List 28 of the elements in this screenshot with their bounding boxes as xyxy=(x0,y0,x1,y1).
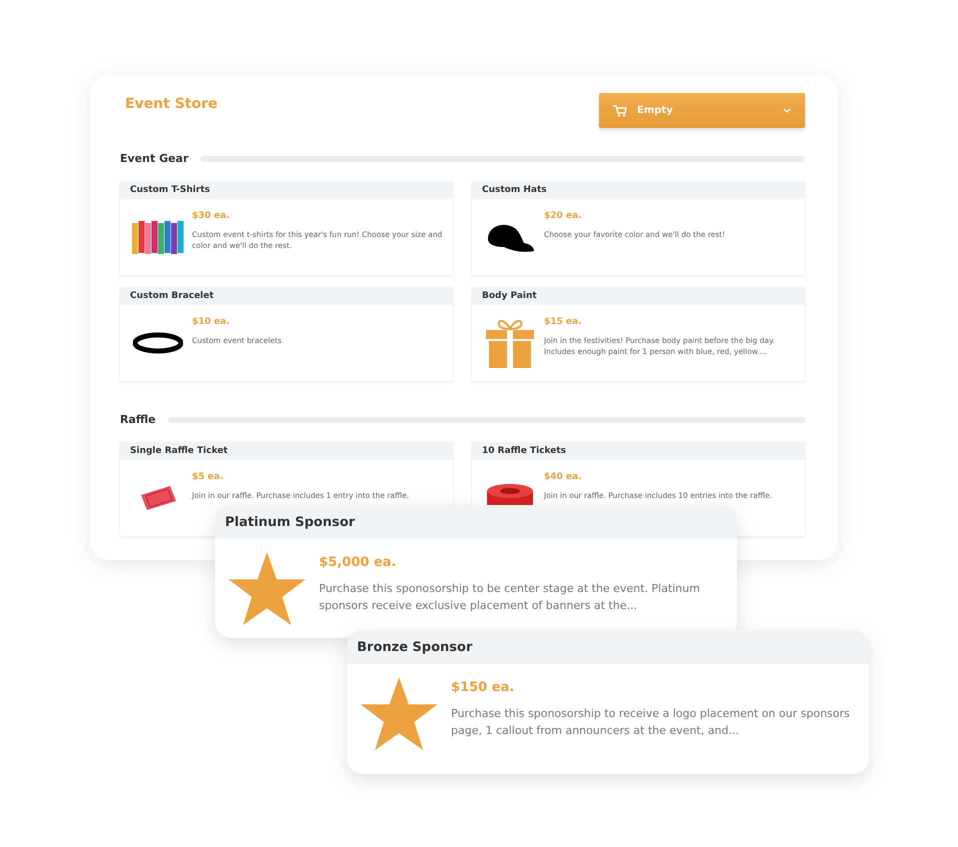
product-price: $20 ea. xyxy=(544,211,583,221)
product-price: $30 ea. xyxy=(192,211,231,221)
product-name: Custom T-Shirts xyxy=(130,185,210,195)
bracelet-icon xyxy=(133,331,183,355)
section-title: Raffle xyxy=(120,413,156,426)
product-price: $10 ea. xyxy=(192,317,231,327)
sponsor-price: $5,000 ea. xyxy=(319,555,398,570)
sponsor-popup[interactable]: Bronze Sponsor $150 ea. Purchase this sponosorship to receive a logo placement on our sponsors page, 1 callout from announcers at the event, and... xyxy=(347,630,869,774)
product-name: Custom Hats xyxy=(482,185,547,195)
product-name: Single Raffle Ticket xyxy=(130,446,228,456)
sponsor-description: Purchase this sponosorship to receive a logo placement on our sponsors page, 1 callout from announcers at the event, and... xyxy=(451,706,851,739)
ticket-icon xyxy=(138,483,178,513)
gift-icon xyxy=(485,317,535,369)
product-price: $40 ea. xyxy=(544,472,583,482)
sponsor-name: Bronze Sponsor xyxy=(357,640,472,654)
sponsor-price: $150 ea. xyxy=(451,680,516,695)
sponsor-description: Purchase this sponosorship to be center stage at the event. Platinum sponsors receive exclusive placement of banners at the... xyxy=(319,581,701,614)
product-name: Custom Bracelet xyxy=(130,291,214,301)
product-name: Body Paint xyxy=(482,291,537,301)
store-title: Event Store xyxy=(125,96,218,112)
section-title: Event Gear xyxy=(120,152,188,165)
product-price: $5 ea. xyxy=(192,472,224,482)
sponsor-name: Platinum Sponsor xyxy=(225,514,355,530)
chevron-down-icon xyxy=(783,108,791,113)
sponsor-popup[interactable]: Platinum Sponsor $5,000 ea. Purchase this sponosorship to be center stage at the event. Platinum sponsors receive exclusive placement of banners at the... xyxy=(215,505,737,638)
cart-icon xyxy=(613,104,627,116)
product-name: 10 Raffle Tickets xyxy=(482,446,566,456)
product-price: $15 ea. xyxy=(544,317,583,327)
